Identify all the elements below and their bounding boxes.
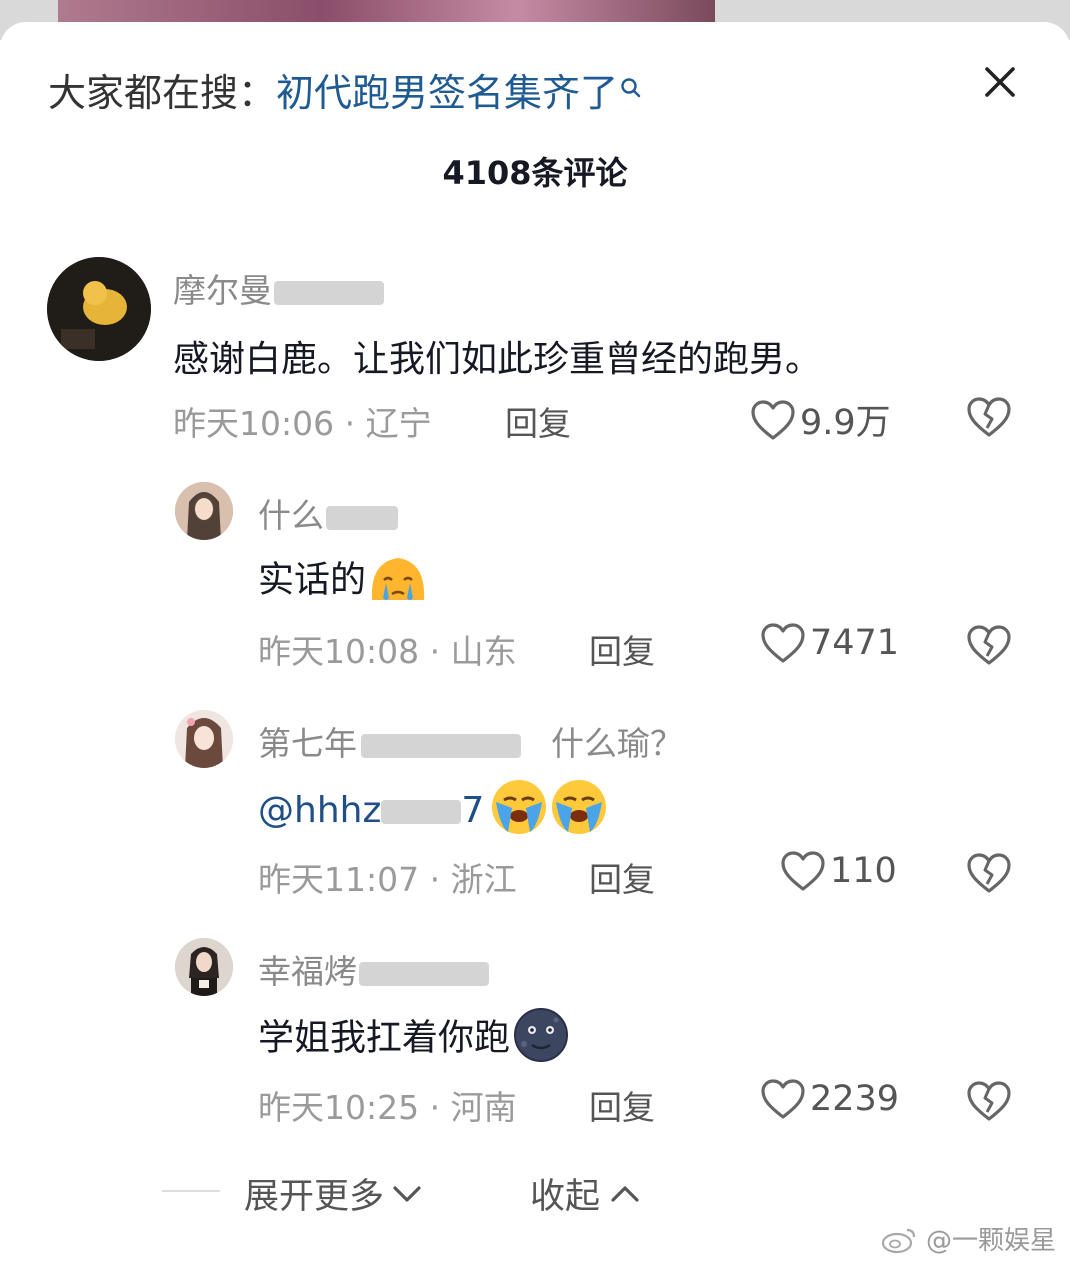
watermark-text: @一颗娱星 bbox=[926, 1226, 1057, 1256]
comment-meta: 昨天11:07 · 浙江 bbox=[258, 860, 517, 899]
heart-icon bbox=[781, 851, 825, 891]
close-icon[interactable] bbox=[982, 64, 1018, 100]
like-count: 110 bbox=[830, 851, 897, 891]
comment-meta: 昨天10:25 · 河南 bbox=[258, 1088, 517, 1127]
broken-heart-icon bbox=[967, 397, 1011, 437]
expand-more-button[interactable]: 展开更多 bbox=[244, 1168, 424, 1219]
expand-label: 展开更多 bbox=[244, 1177, 385, 1217]
dislike-button[interactable] bbox=[966, 396, 1012, 442]
like-button[interactable]: 2239 bbox=[760, 1078, 899, 1120]
like-button[interactable]: 7471 bbox=[760, 622, 899, 664]
mention-link[interactable]: @hhhz 7 bbox=[258, 790, 484, 831]
trending-search-bar[interactable]: 大家都在搜：初代跑男签名集齐了 bbox=[48, 62, 642, 117]
weibo-watermark: @一颗娱星 bbox=[880, 1220, 1056, 1257]
like-count: 9.9万 bbox=[800, 403, 891, 443]
avatar[interactable] bbox=[47, 257, 151, 361]
comment-username[interactable]: 幸福烤 bbox=[258, 945, 489, 993]
dislike-button[interactable] bbox=[966, 852, 1012, 898]
comment-count-title: 4108条评论 bbox=[442, 154, 628, 192]
heart-icon bbox=[761, 1079, 805, 1119]
weibo-logo-icon bbox=[881, 1228, 916, 1253]
divider bbox=[162, 1190, 220, 1192]
collapse-button[interactable]: 收起 bbox=[530, 1168, 642, 1219]
comment-sheet bbox=[0, 22, 1070, 1262]
chevron-up-icon bbox=[611, 1185, 639, 1202]
comment-meta: 昨天10:06 · 辽宁 bbox=[173, 404, 432, 443]
trending-keyword[interactable]: 初代跑男签名集齐了 bbox=[276, 71, 618, 115]
new-moon-face-emoji bbox=[510, 1006, 572, 1073]
heart-icon bbox=[761, 623, 805, 663]
trending-label: 大家都在搜： bbox=[48, 71, 277, 115]
loudly-crying-face-emoji bbox=[490, 778, 610, 845]
broken-heart-icon bbox=[967, 853, 1011, 893]
comment-meta: 昨天10:08 · 山东 bbox=[258, 632, 517, 671]
reply-button[interactable]: 回复 bbox=[589, 1081, 655, 1129]
comment-text: 感谢白鹿。让我们如此珍重曾经的跑男。 bbox=[173, 339, 822, 380]
like-button[interactable]: 110 bbox=[780, 850, 897, 892]
like-button[interactable]: 9.9万 bbox=[750, 394, 891, 445]
avatar[interactable] bbox=[175, 710, 233, 768]
comment-text: 实话的 bbox=[258, 550, 430, 613]
crying-face-emoji bbox=[366, 550, 430, 613]
reply-button[interactable]: 回复 bbox=[589, 625, 655, 673]
reply-button[interactable]: 回复 bbox=[505, 397, 571, 445]
heart-icon bbox=[751, 399, 795, 440]
dislike-button[interactable] bbox=[966, 1080, 1012, 1126]
avatar[interactable] bbox=[175, 938, 233, 996]
like-count: 2239 bbox=[810, 1079, 900, 1119]
comment-username[interactable]: 什么 bbox=[258, 489, 398, 537]
broken-heart-icon bbox=[967, 625, 1011, 665]
dislike-button[interactable] bbox=[966, 624, 1012, 670]
reply-button[interactable]: 回复 bbox=[589, 853, 655, 901]
like-count: 7471 bbox=[810, 623, 900, 663]
search-icon bbox=[620, 64, 642, 108]
chevron-down-icon bbox=[393, 1185, 421, 1202]
collapse-label: 收起 bbox=[530, 1177, 601, 1217]
avatar[interactable] bbox=[175, 482, 233, 540]
broken-heart-icon bbox=[967, 1081, 1011, 1121]
comment-text: 学姐我扛着你跑 bbox=[258, 1006, 572, 1073]
comment-text: @hhhz 7 bbox=[258, 778, 610, 845]
comment-username[interactable]: 摩尔曼 bbox=[173, 264, 384, 312]
comment-username[interactable]: 第七年 什么瑜？ bbox=[258, 717, 683, 765]
